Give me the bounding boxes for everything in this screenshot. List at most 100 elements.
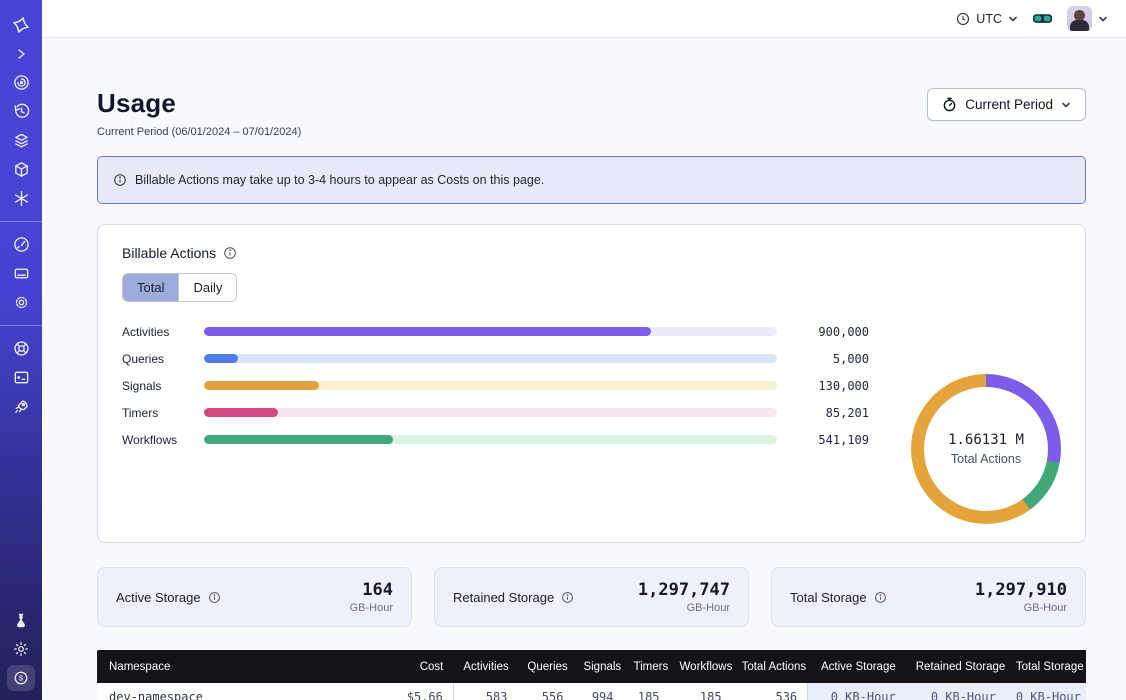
col-activities[interactable]: Activities (453, 650, 517, 683)
cell-retained-storage: 0 KB-Hour (906, 683, 1006, 700)
total-storage-unit: GB-Hour (975, 602, 1067, 614)
bar-row-workflows: Workflows 541,109 (122, 426, 869, 453)
main-content: Usage Current Period (06/01/2024 – 07/01… (42, 38, 1126, 700)
temporal-logo-icon[interactable] (0, 10, 42, 39)
namespace-link[interactable]: dev-namespace (109, 690, 203, 700)
bar-label: Workflows (122, 433, 204, 447)
cell-queries: 556 (517, 683, 573, 700)
tab-daily[interactable]: Daily (178, 274, 236, 301)
billable-actions-card: Billable Actions Total Daily Activities … (97, 224, 1086, 543)
period-dropdown-button[interactable]: Current Period (927, 88, 1086, 121)
sidebar-divider (0, 325, 42, 326)
info-banner: Billable Actions may take up to 3-4 hour… (97, 156, 1086, 204)
account-menu[interactable] (1067, 6, 1108, 31)
col-timers[interactable]: Timers (624, 650, 670, 683)
chevron-down-icon (1008, 14, 1018, 24)
bar-value: 5,000 (777, 352, 869, 366)
bar-track (204, 435, 777, 444)
cell-active-storage: 0 KB-Hour (808, 683, 906, 700)
banner-text: Billable Actions may take up to 3-4 hour… (135, 173, 544, 187)
avatar (1067, 6, 1092, 31)
total-storage-card: Total Storage 1,297,910 GB-Hour (771, 567, 1086, 627)
active-storage-value: 164 (350, 580, 393, 600)
nexus-asterisk-icon[interactable] (0, 184, 42, 213)
retained-storage-value: 1,297,747 (638, 580, 730, 600)
page-subtitle: Current Period (06/01/2024 – 07/01/2024) (97, 126, 301, 138)
terminal-icon[interactable] (0, 363, 42, 392)
namespaces-icon[interactable] (0, 68, 42, 97)
page-title: Usage (97, 88, 301, 119)
retained-storage-card: Retained Storage 1,297,747 GB-Hour (434, 567, 749, 627)
bar-fill (204, 381, 319, 390)
active-storage-unit: GB-Hour (350, 602, 393, 614)
table-header-row: Namespace Cost Activities Queries Signal… (97, 650, 1086, 683)
info-icon (113, 173, 127, 187)
col-signals[interactable]: Signals (573, 650, 623, 683)
total-storage-value: 1,297,910 (975, 580, 1067, 600)
cell-total-storage: 0 KB-Hour (1006, 683, 1086, 700)
col-total-storage[interactable]: Total Storage (1006, 650, 1086, 683)
settings-gear-icon[interactable] (0, 288, 42, 317)
bar-row-timers: Timers 85,201 (122, 399, 869, 426)
cell-signals: 994 (573, 683, 623, 700)
table-row: dev-namespace $5.66 583 556 994 185 185 … (97, 683, 1086, 700)
bar-label: Signals (122, 379, 204, 393)
info-icon[interactable] (208, 591, 221, 604)
period-button-label: Current Period (965, 97, 1053, 112)
donut-total-value: 1.66131 M (948, 432, 1024, 448)
support-lifering-icon[interactable] (0, 334, 42, 363)
info-icon[interactable] (874, 591, 887, 604)
namespace-usage-table: Namespace Cost Activities Queries Signal… (97, 650, 1086, 700)
usage-gauge-icon[interactable] (0, 230, 42, 259)
billing-card-icon[interactable] (0, 259, 42, 288)
cell-timers: 185 (624, 683, 670, 700)
col-namespace[interactable]: Namespace (97, 650, 353, 683)
sidebar-divider (0, 221, 42, 222)
retained-storage-label: Retained Storage (453, 590, 554, 605)
retained-storage-unit: GB-Hour (638, 602, 730, 614)
bar-label: Timers (122, 406, 204, 420)
col-retained-storage[interactable]: Retained Storage (906, 650, 1006, 683)
usage-dollar-icon[interactable]: $ (0, 663, 42, 692)
active-storage-card: Active Storage 164 GB-Hour (97, 567, 412, 627)
col-total-actions[interactable]: Total Actions (732, 650, 808, 683)
donut-total-label: Total Actions (951, 452, 1021, 466)
sidebar: $ (0, 0, 42, 700)
info-icon[interactable] (223, 246, 237, 260)
col-active-storage[interactable]: Active Storage (808, 650, 906, 683)
lab-flask-icon[interactable] (0, 605, 42, 634)
info-icon[interactable] (561, 591, 574, 604)
timezone-selector[interactable]: UTC (956, 12, 1018, 26)
theme-sun-icon[interactable] (0, 634, 42, 663)
cell-cost: $5.66 (353, 683, 453, 700)
timezone-label: UTC (976, 12, 1002, 26)
col-workflows[interactable]: Workflows (670, 650, 732, 683)
bar-value: 130,000 (777, 379, 869, 393)
col-cost[interactable]: Cost (353, 650, 453, 683)
deployments-cube-icon[interactable] (0, 155, 42, 184)
bar-fill (204, 435, 393, 444)
expand-chevron-icon[interactable] (0, 39, 42, 68)
view-tabs: Total Daily (122, 273, 237, 302)
col-queries[interactable]: Queries (517, 650, 573, 683)
goggles-icon[interactable] (1032, 12, 1053, 26)
chevron-down-icon (1098, 14, 1108, 24)
bar-value: 900,000 (777, 325, 869, 339)
billable-actions-title: Billable Actions (122, 245, 216, 261)
chevron-down-icon (1061, 100, 1071, 110)
tab-total[interactable]: Total (123, 274, 178, 301)
bar-value: 85,201 (777, 406, 869, 420)
total-actions-donut: 1.66131 M Total Actions (911, 374, 1061, 524)
bar-track (204, 408, 777, 417)
rocket-icon[interactable] (0, 392, 42, 421)
bar-label: Activities (122, 325, 204, 339)
bar-track (204, 327, 777, 336)
total-storage-label: Total Storage (790, 590, 867, 605)
layers-icon[interactable] (0, 126, 42, 155)
bar-row-signals: Signals 130,000 (122, 372, 869, 399)
bar-track (204, 381, 777, 390)
schedules-icon[interactable] (0, 97, 42, 126)
bar-fill (204, 354, 238, 363)
cell-total-actions: 536 (732, 683, 808, 700)
bar-label: Queries (122, 352, 204, 366)
